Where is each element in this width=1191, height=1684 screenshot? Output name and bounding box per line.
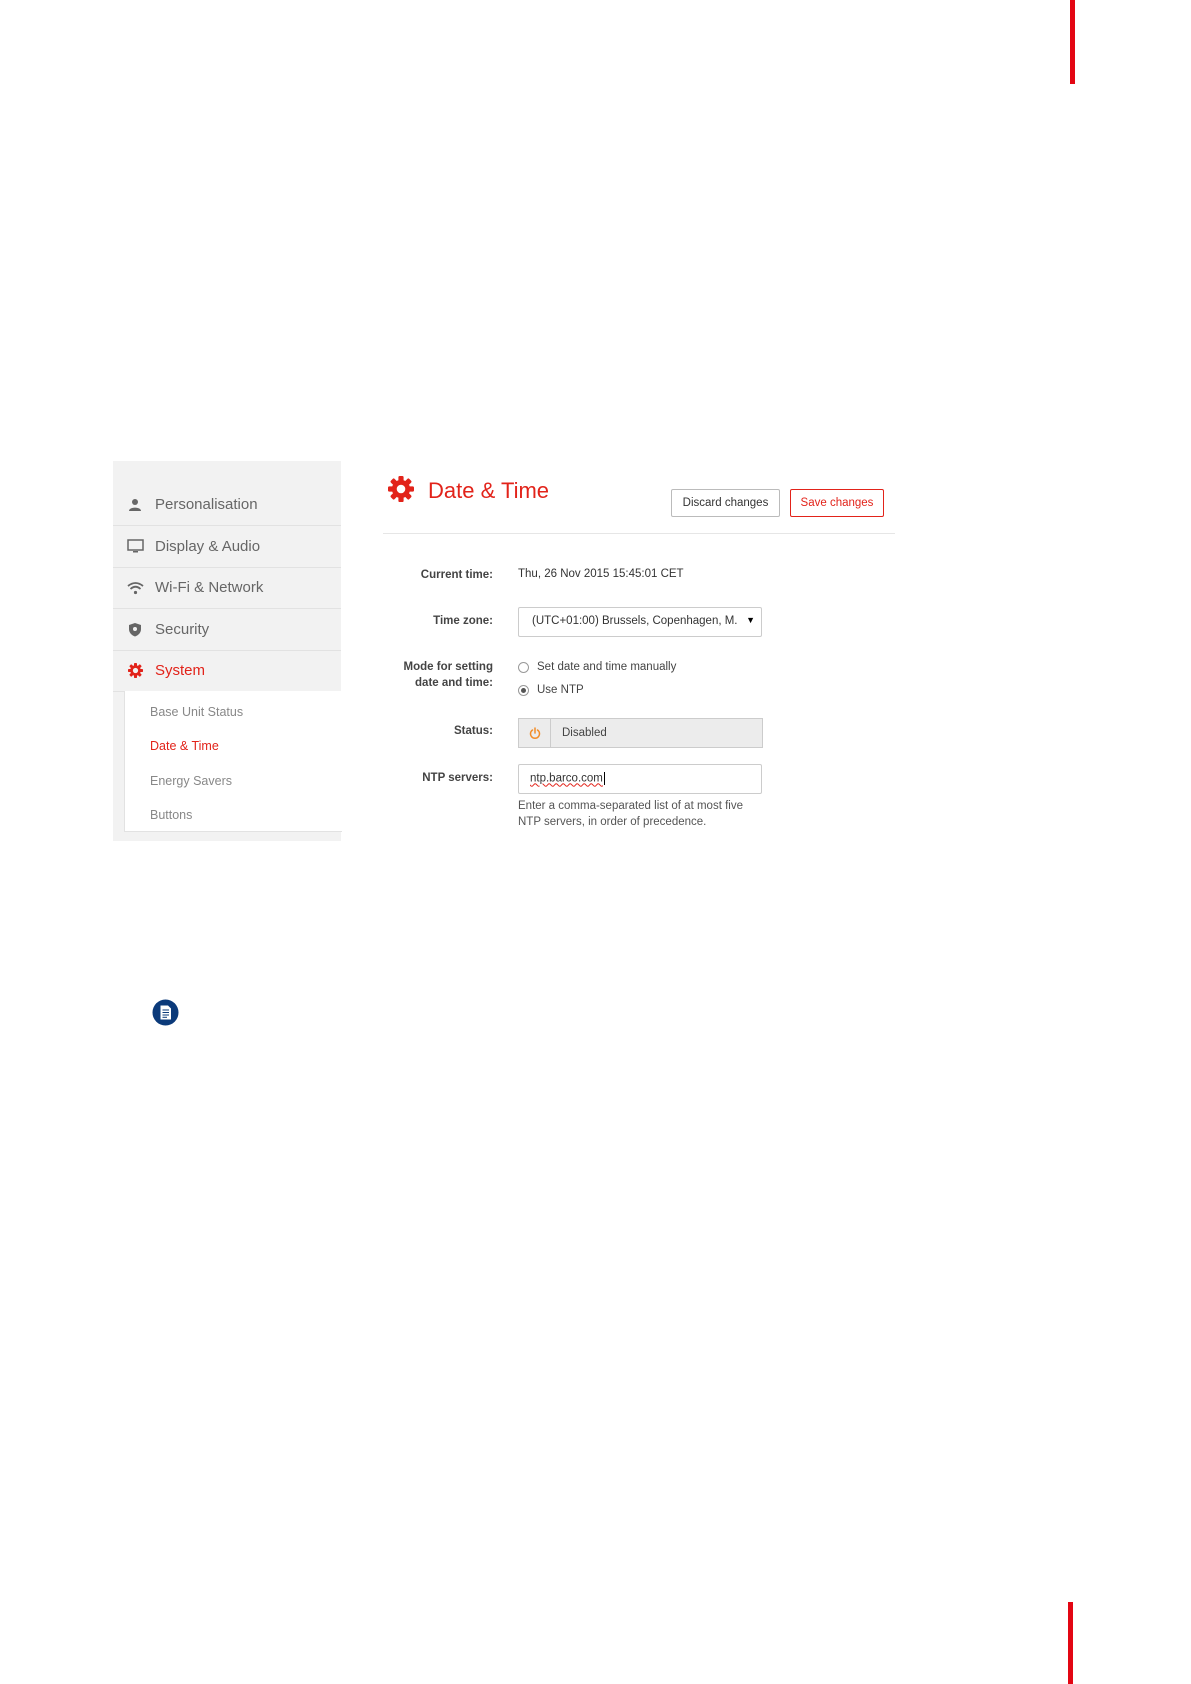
radio-label: Set date and time manually (537, 661, 677, 673)
time-zone-select[interactable]: (UTC+01:00) Brussels, Copenhagen, M. ▼ (518, 607, 762, 637)
ntp-servers-input[interactable]: ntp.barco.com (518, 764, 762, 794)
sidebar-item-wifi-network[interactable]: Wi-Fi & Network (113, 567, 341, 609)
gear-icon (125, 661, 145, 681)
power-icon (519, 719, 551, 747)
ntp-servers-value: ntp.barco.com (530, 772, 603, 785)
ntp-servers-label: NTP servers: (422, 772, 493, 784)
mode-label-line1: Mode for setting (403, 661, 493, 673)
top-accent-bar (1070, 0, 1075, 84)
current-time-value: Thu, 26 Nov 2015 15:45:01 CET (518, 568, 684, 580)
submenu-item-buttons[interactable]: Buttons (150, 808, 192, 822)
submenu-item-energy-savers[interactable]: Energy Savers (150, 774, 232, 788)
discard-changes-button[interactable]: Discard changes (671, 489, 780, 517)
sidebar-item-system[interactable]: System (113, 650, 341, 692)
sidebar-item-label: Wi-Fi & Network (155, 579, 264, 596)
header-divider (383, 533, 895, 534)
user-icon (125, 495, 145, 515)
status-display: Disabled (518, 718, 763, 748)
radio-button-checked[interactable] (518, 684, 529, 696)
help-line: NTP servers, in order of precedence. (518, 816, 707, 828)
sidebar-item-label: Personalisation (155, 496, 258, 513)
sidebar-item-label: Security (155, 621, 210, 638)
mode-option-ntp[interactable]: Use NTP (518, 684, 584, 696)
time-zone-selected-value: (UTC+01:00) Brussels, Copenhagen, M. (532, 615, 737, 627)
system-submenu: Base Unit Status Date & Time Energy Save… (124, 691, 342, 832)
status-label: Status: (454, 725, 493, 737)
settings-sidebar: Personalisation Display & Audio Wi-Fi & … (113, 461, 342, 841)
sidebar-item-label: System (155, 662, 206, 679)
bottom-accent-bar (1068, 1602, 1073, 1684)
status-value: Disabled (562, 727, 607, 739)
sidebar-item-label: Display & Audio (155, 538, 261, 555)
ntp-servers-help: Enter a comma-separated list of at most … (518, 798, 768, 830)
radio-button[interactable] (518, 661, 529, 673)
help-line: Enter a comma-separated list of at most … (518, 800, 743, 812)
sidebar-item-security[interactable]: Security (113, 609, 341, 651)
gear-icon (388, 476, 414, 502)
sidebar-item-personalisation[interactable]: Personalisation (113, 484, 341, 526)
save-changes-button[interactable]: Save changes (790, 489, 884, 517)
radio-label: Use NTP (537, 684, 584, 696)
submenu-item-base-unit-status[interactable]: Base Unit Status (150, 705, 243, 719)
note-icon (152, 999, 179, 1026)
text-caret (603, 772, 605, 785)
sidebar-item-display-audio[interactable]: Display & Audio (113, 526, 341, 568)
dropdown-arrow-icon: ▼ (746, 615, 755, 625)
current-time-label: Current time: (420, 569, 493, 581)
mode-label-line2: date and time: (415, 677, 493, 689)
time-zone-label: Time zone: (433, 615, 493, 627)
page-title: Date & Time (428, 478, 550, 503)
mode-option-manual[interactable]: Set date and time manually (518, 661, 676, 673)
monitor-icon (125, 537, 145, 557)
shield-icon (125, 620, 145, 640)
wifi-icon (125, 578, 145, 598)
submenu-item-date-time[interactable]: Date & Time (150, 739, 219, 753)
